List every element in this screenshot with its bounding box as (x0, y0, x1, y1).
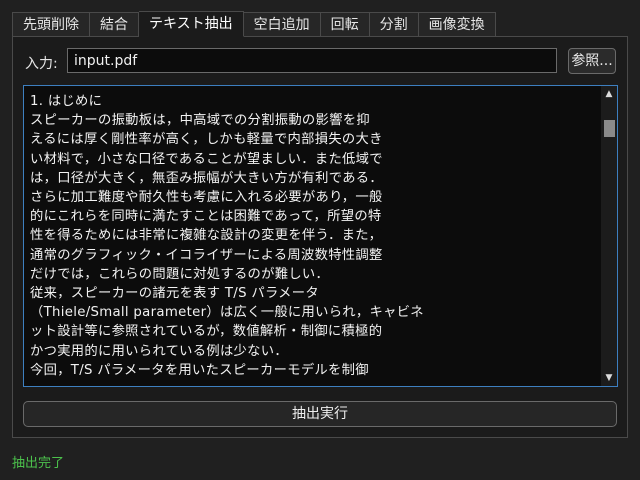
input-label: 入力: (25, 56, 58, 72)
tab-text-extract[interactable]: テキスト抽出 (139, 11, 244, 37)
status-text: 抽出完了 (12, 456, 65, 471)
tab-rotate[interactable]: 回転 (320, 12, 370, 37)
tab-head-delete[interactable]: 先頭削除 (12, 12, 90, 37)
tab-add-blank[interactable]: 空白追加 (243, 12, 321, 37)
tab-merge[interactable]: 結合 (90, 12, 139, 37)
input-file-field[interactable] (67, 48, 557, 73)
vertical-scrollbar[interactable]: ▲ ▼ (601, 86, 617, 386)
tab-image-convert[interactable]: 画像変換 (418, 12, 496, 37)
browse-button[interactable]: 参照... (568, 48, 616, 74)
extracted-text-area[interactable]: 1. はじめに スピーカーの振動板は，中高域での分割振動の影響を抑 えるには厚く… (23, 85, 618, 387)
scroll-up-arrow-icon[interactable]: ▲ (601, 86, 617, 102)
extracted-text[interactable]: 1. はじめに スピーカーの振動板は，中高域での分割振動の影響を抑 えるには厚く… (30, 92, 596, 380)
scroll-down-arrow-icon[interactable]: ▼ (601, 370, 617, 386)
tab-split[interactable]: 分割 (369, 12, 419, 37)
extract-run-button[interactable]: 抽出実行 (23, 401, 617, 427)
tab-bar: 先頭削除 結合 テキスト抽出 空白追加 回転 分割 画像変換 (12, 11, 496, 37)
tab-panel: 入力: 参照... 1. はじめに スピーカーの振動板は，中高域での分割振動の影… (12, 36, 628, 438)
scrollbar-thumb[interactable] (604, 120, 615, 137)
